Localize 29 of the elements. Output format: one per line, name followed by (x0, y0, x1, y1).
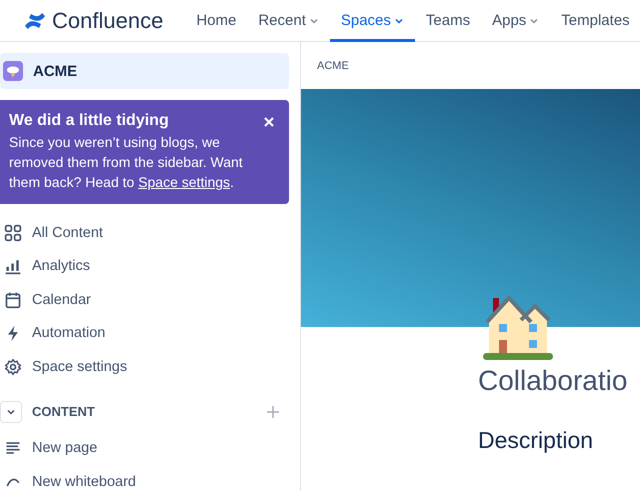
space-settings-link[interactable]: Space settings (138, 174, 230, 190)
notice-title: We did a little tidying (9, 112, 170, 130)
settings-icon (4, 358, 22, 376)
close-icon[interactable] (263, 116, 275, 128)
nav-tab[interactable]: Teams (414, 0, 482, 42)
section-title: CONTENT (32, 404, 96, 419)
nav-tab[interactable]: Spaces (330, 0, 415, 42)
notice-text: Since you weren’t using blogs, we removed them from the sidebar. Want them back? Head to Space settings. (9, 133, 244, 192)
cloud-icon (3, 61, 23, 81)
grid-icon (4, 224, 22, 242)
logo-icon[interactable] (24, 10, 46, 30)
nav-tab[interactable]: Recent (247, 0, 330, 42)
sidebar-item[interactable]: New whiteboard (0, 465, 289, 491)
calendar-icon (4, 290, 22, 309)
sidebar-item[interactable]: Space settings (0, 350, 289, 384)
sidebar-item[interactable]: Automation (0, 316, 289, 350)
breadcrumb[interactable]: ACME (301, 42, 640, 89)
nav-tab[interactable]: Templates (550, 0, 640, 42)
sidebar-item[interactable]: New page (0, 432, 289, 465)
nav-tab[interactable]: Home (185, 0, 248, 42)
section-heading: Description (478, 427, 594, 454)
logo-text[interactable]: Confluence (52, 8, 164, 34)
nav-tab[interactable]: Apps (481, 0, 550, 42)
sidebar-item[interactable]: All Content (0, 216, 289, 250)
page-title: Collaboratio (478, 365, 628, 397)
sidebar-item[interactable]: Analytics (0, 250, 289, 283)
space-item[interactable]: ACME (0, 53, 289, 89)
collapse-button[interactable] (0, 400, 22, 422)
sidebar-item[interactable]: Calendar (0, 283, 289, 316)
